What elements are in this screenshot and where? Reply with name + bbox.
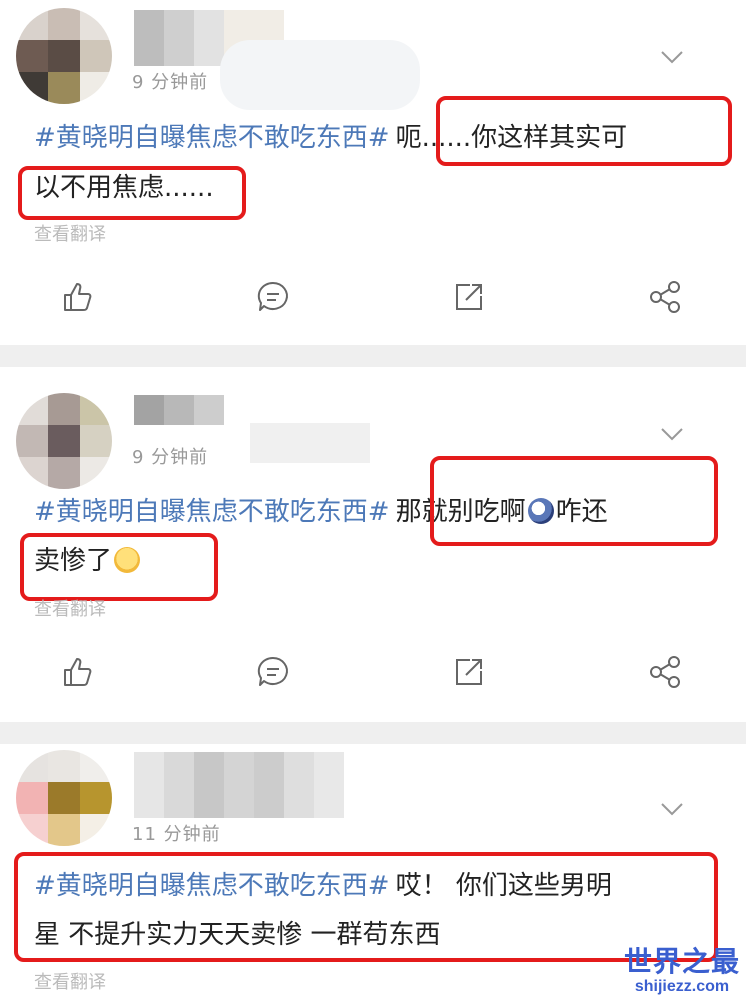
like-button[interactable] [60,655,94,689]
hashtag-link[interactable]: #黄晓明自曝焦虑不敢吃东西# [34,123,390,153]
thumbs-up-icon [64,658,92,686]
thumbs-up-icon [64,283,92,311]
share-icon [650,656,680,688]
post-time: 11 分钟前 [132,824,221,845]
avatar[interactable] [16,393,112,489]
comment-button[interactable] [256,280,290,314]
repost-icon [456,659,482,685]
translate-link[interactable]: 查看翻译 [34,968,106,994]
watermark-url: shijiezz.com [634,978,730,995]
share-icon [650,281,680,313]
post-2: 9 分钟前 #黄晓明自曝焦虑不敢吃东西# 那就别吃啊 咋还 卖惨了 查看翻译 [0,367,746,722]
username-blurred[interactable] [134,395,224,425]
username-blurred[interactable] [134,752,344,818]
watermark-title: 世界之最 [623,946,740,977]
feed-divider [0,345,746,367]
translate-link[interactable]: 查看翻译 [34,595,106,621]
highlight-box [20,533,218,601]
chevron-down-icon[interactable] [660,50,684,64]
blur-patch [220,40,420,110]
blur-patch [250,423,370,463]
highlight-box [18,166,246,220]
highlight-box [436,96,732,166]
feed-divider [0,722,746,744]
share-button[interactable] [648,280,682,314]
repost-icon [456,284,482,310]
avatar[interactable] [16,750,112,846]
like-button[interactable] [60,280,94,314]
share-button[interactable] [648,655,682,689]
repost-button[interactable] [452,655,486,689]
translate-link[interactable]: 查看翻译 [34,220,106,246]
highlight-box [430,456,718,546]
post-time: 9 分钟前 [132,447,209,468]
avatar[interactable] [16,8,112,104]
hashtag-link[interactable]: #黄晓明自曝焦虑不敢吃东西# [34,497,390,527]
site-watermark: 世界之最 shijiezz.com [624,946,740,996]
chevron-down-icon[interactable] [660,427,684,441]
post-1: 9 分钟前 #黄晓明自曝焦虑不敢吃东西# 呃......你这样其实可 以不用焦虑.… [0,0,746,345]
post-time: 9 分钟前 [132,72,209,93]
comment-button[interactable] [256,655,290,689]
comment-icon [257,281,288,311]
highlight-box [14,852,718,962]
comment-icon [257,656,288,686]
repost-button[interactable] [452,280,486,314]
chevron-down-icon[interactable] [660,802,684,816]
